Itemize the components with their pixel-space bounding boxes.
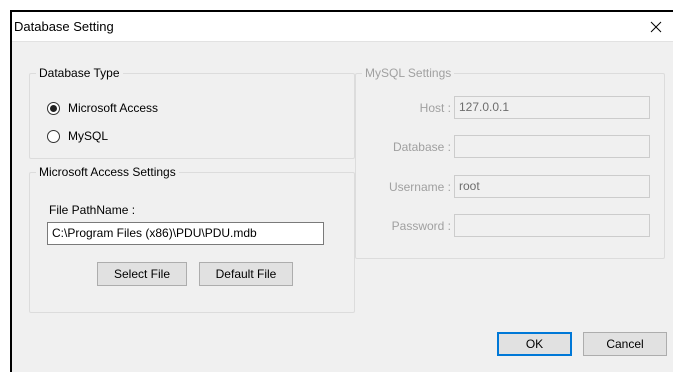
radio-label-mysql: MySQL	[68, 129, 109, 143]
file-pathname-input[interactable]: C:\Program Files (x86)\PDU\PDU.mdb	[47, 222, 324, 245]
host-input[interactable]: 127.0.0.1	[454, 96, 650, 119]
cancel-button[interactable]: Cancel	[583, 332, 667, 356]
database-setting-dialog: Database Setting Database Type Microsoft…	[10, 10, 673, 372]
access-settings-group: Microsoft Access Settings File PathName …	[29, 165, 355, 313]
password-label: Password :	[391, 219, 451, 233]
window-title: Database Setting	[14, 19, 114, 34]
radio-microsoft-access[interactable]: Microsoft Access	[47, 101, 158, 115]
database-type-title: Database Type	[36, 66, 123, 80]
database-type-group: Database Type Microsoft Access MySQL	[29, 66, 355, 159]
file-pathname-label: File PathName :	[49, 203, 136, 217]
select-file-button[interactable]: Select File	[97, 262, 187, 286]
title-bar: Database Setting	[12, 12, 673, 42]
mysql-settings-title: MySQL Settings	[362, 66, 455, 80]
host-label: Host :	[419, 101, 451, 115]
database-input[interactable]	[454, 135, 650, 158]
mysql-settings-group: MySQL Settings Host : 127.0.0.1 Database…	[355, 66, 665, 259]
default-file-button[interactable]: Default File	[199, 262, 293, 286]
close-button[interactable]	[639, 12, 673, 42]
password-input[interactable]	[454, 214, 650, 237]
radio-mysql[interactable]: MySQL	[47, 129, 108, 143]
access-settings-title: Microsoft Access Settings	[36, 165, 179, 179]
close-icon	[650, 21, 662, 33]
username-input[interactable]: root	[454, 175, 650, 198]
radio-button-access[interactable]	[47, 101, 60, 115]
radio-selected-dot	[50, 104, 57, 112]
ok-button[interactable]: OK	[497, 332, 572, 356]
database-label: Database :	[392, 140, 451, 154]
username-label: Username :	[388, 180, 451, 194]
radio-label-access: Microsoft Access	[68, 101, 159, 115]
radio-button-mysql[interactable]	[47, 129, 60, 143]
